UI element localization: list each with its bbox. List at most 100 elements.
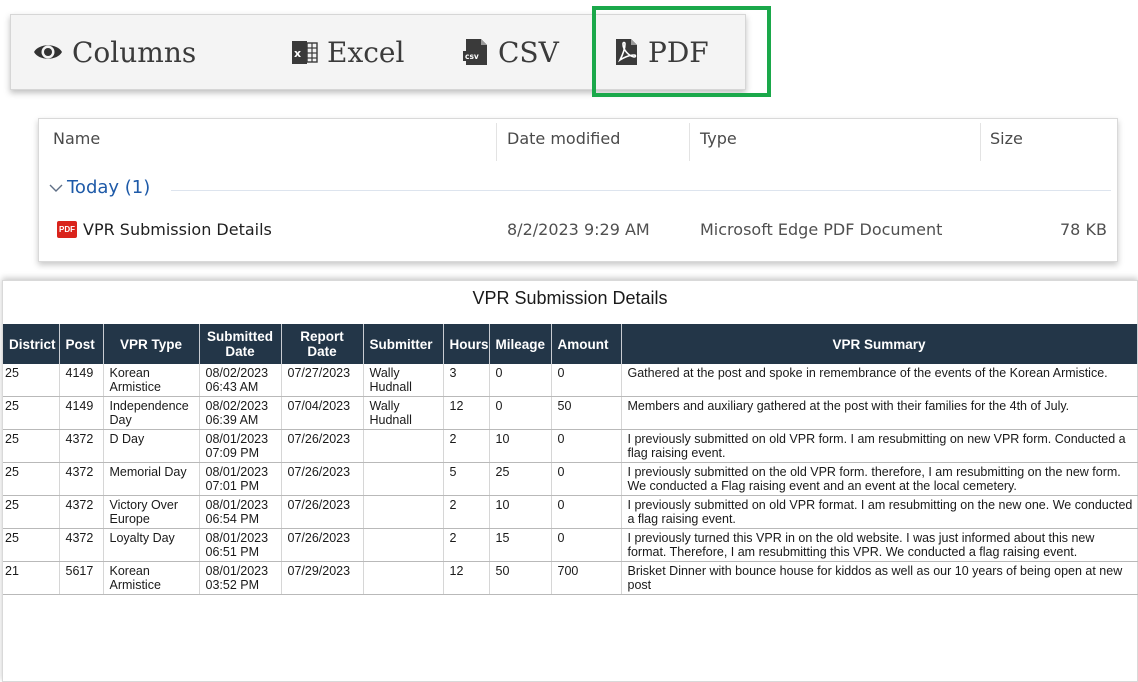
excel-icon: x	[291, 39, 318, 66]
column-header-date-modified[interactable]: Date modified	[507, 129, 620, 148]
district-cell: 25	[3, 528, 60, 562]
group-divider	[171, 190, 1111, 191]
csv-button[interactable]: csv CSV	[463, 15, 559, 89]
vpr-summary-cell: I previously submitted on the old VPR fo…	[621, 462, 1138, 496]
amount-cell: 0	[551, 364, 622, 397]
vpr-type-cell: Victory Over Europe	[103, 495, 200, 529]
submitter-cell	[363, 429, 444, 463]
file-explorer-list: Name Date modified Type Size Today (1) P…	[38, 118, 1118, 262]
column-header-type[interactable]: Type	[700, 129, 737, 148]
post-cell: 4372	[59, 495, 104, 529]
post-cell: 4372	[59, 462, 104, 496]
submitter-cell	[363, 528, 444, 562]
mileage-cell: 0	[489, 396, 552, 430]
column-divider[interactable]	[980, 123, 981, 161]
submitter-cell	[363, 495, 444, 529]
table-header-row: District Post VPR Type Submitted Date Re…	[3, 324, 1138, 364]
report-date-cell: 07/26/2023	[281, 462, 364, 496]
table-row: 25 4149 Independence Day 08/02/2023 06:39 A…	[3, 396, 1138, 430]
vpr-type-cell: Loyalty Day	[103, 528, 200, 562]
report-date-cell: 07/26/2023	[281, 495, 364, 529]
excel-label: Excel	[327, 35, 405, 69]
group-header-today[interactable]: Today (1)	[49, 177, 150, 198]
table-row: 25 4372 Memorial Day 08/01/2023 07:01 PM 07/…	[3, 462, 1138, 496]
column-header: Amount	[551, 324, 622, 364]
table-row: 25 4372 Victory Over Europe 08/01/2023 06:5…	[3, 495, 1138, 529]
file-name: VPR Submission Details	[83, 220, 272, 239]
column-divider[interactable]	[689, 123, 690, 161]
hours-cell: 2	[443, 495, 490, 529]
submitter-cell: Wally Hudnall	[363, 396, 444, 430]
file-row-name[interactable]: PDF VPR Submission Details	[57, 220, 272, 239]
column-header-size[interactable]: Size	[990, 129, 1023, 148]
column-header: VPR Type	[103, 324, 200, 364]
csv-label: CSV	[498, 35, 559, 69]
column-divider[interactable]	[496, 123, 497, 161]
post-cell: 4372	[59, 429, 104, 463]
amount-cell: 0	[551, 528, 622, 562]
mileage-cell: 15	[489, 528, 552, 562]
hours-cell: 3	[443, 364, 490, 397]
hours-cell: 2	[443, 528, 490, 562]
post-cell: 5617	[59, 561, 104, 595]
table-row: 25 4372 D Day 08/01/2023 07:09 PM 07/26/2023…	[3, 429, 1138, 463]
vpr-summary-cell: I previously submitted on old VPR form. …	[621, 429, 1138, 463]
submitter-cell: Wally Hudnall	[363, 364, 444, 397]
column-header: VPR Summary	[621, 324, 1138, 364]
mileage-cell: 50	[489, 561, 552, 595]
vpr-table: District Post VPR Type Submitted Date Re…	[3, 324, 1138, 595]
district-cell: 21	[3, 561, 60, 595]
hours-cell: 2	[443, 429, 490, 463]
vpr-summary-cell: Members and auxiliary gathered at the po…	[621, 396, 1138, 430]
report-date-cell: 07/26/2023	[281, 429, 364, 463]
amount-cell: 0	[551, 429, 622, 463]
table-row: 25 4149 Korean Armistice 08/02/2023 06:43 A…	[3, 364, 1138, 397]
post-cell: 4372	[59, 528, 104, 562]
table-row: 21 5617 Korean Armistice 08/01/2023 03:52 P…	[3, 561, 1138, 595]
group-label: Today (1)	[67, 177, 151, 198]
submitted-date-cell: 08/01/2023 07:09 PM	[199, 429, 282, 463]
amount-cell: 700	[551, 561, 622, 595]
amount-cell: 50	[551, 396, 622, 430]
column-header: Report Date	[281, 324, 364, 364]
eye-icon	[33, 41, 63, 63]
report-date-cell: 07/04/2023	[281, 396, 364, 430]
vpr-summary-cell: I previously submitted on old VPR format…	[621, 495, 1138, 529]
amount-cell: 0	[551, 495, 622, 529]
vpr-type-cell: Independence Day	[103, 396, 200, 430]
column-header: District	[3, 324, 60, 364]
district-cell: 25	[3, 462, 60, 496]
district-cell: 25	[3, 429, 60, 463]
mileage-cell: 10	[489, 495, 552, 529]
submitter-cell	[363, 462, 444, 496]
vpr-summary-cell: I previously turned this VPR in on the o…	[621, 528, 1138, 562]
column-header-name[interactable]: Name	[53, 129, 100, 148]
excel-button[interactable]: x Excel	[291, 15, 404, 89]
pdf-report-preview: VPR Submission Details District Post VPR…	[2, 280, 1138, 682]
vpr-type-cell: D Day	[103, 429, 200, 463]
table-row: 25 4372 Loyalty Day 08/01/2023 06:51 PM 07/2…	[3, 528, 1138, 562]
report-date-cell: 07/29/2023	[281, 561, 364, 595]
submitted-date-cell: 08/01/2023 03:52 PM	[199, 561, 282, 595]
district-cell: 25	[3, 396, 60, 430]
column-header: Hours	[443, 324, 490, 364]
district-cell: 25	[3, 495, 60, 529]
table-body: 25 4149 Korean Armistice 08/02/2023 06:43 A…	[3, 364, 1138, 595]
hours-cell: 12	[443, 396, 490, 430]
csv-icon: csv	[463, 38, 489, 66]
columns-button[interactable]: Columns	[33, 15, 196, 89]
column-header: Mileage	[489, 324, 552, 364]
post-cell: 4149	[59, 364, 104, 397]
hours-cell: 12	[443, 561, 490, 595]
mileage-cell: 10	[489, 429, 552, 463]
amount-cell: 0	[551, 462, 622, 496]
file-type: Microsoft Edge PDF Document	[700, 220, 943, 239]
mileage-cell: 0	[489, 364, 552, 397]
submitted-date-cell: 08/01/2023 07:01 PM	[199, 462, 282, 496]
report-title: VPR Submission Details	[472, 288, 668, 308]
file-size: 78 KB	[1060, 220, 1107, 239]
vpr-type-cell: Memorial Day	[103, 462, 200, 496]
report-date-cell: 07/27/2023	[281, 364, 364, 397]
district-cell: 25	[3, 364, 60, 397]
pdf-file-icon: PDF	[57, 221, 77, 238]
